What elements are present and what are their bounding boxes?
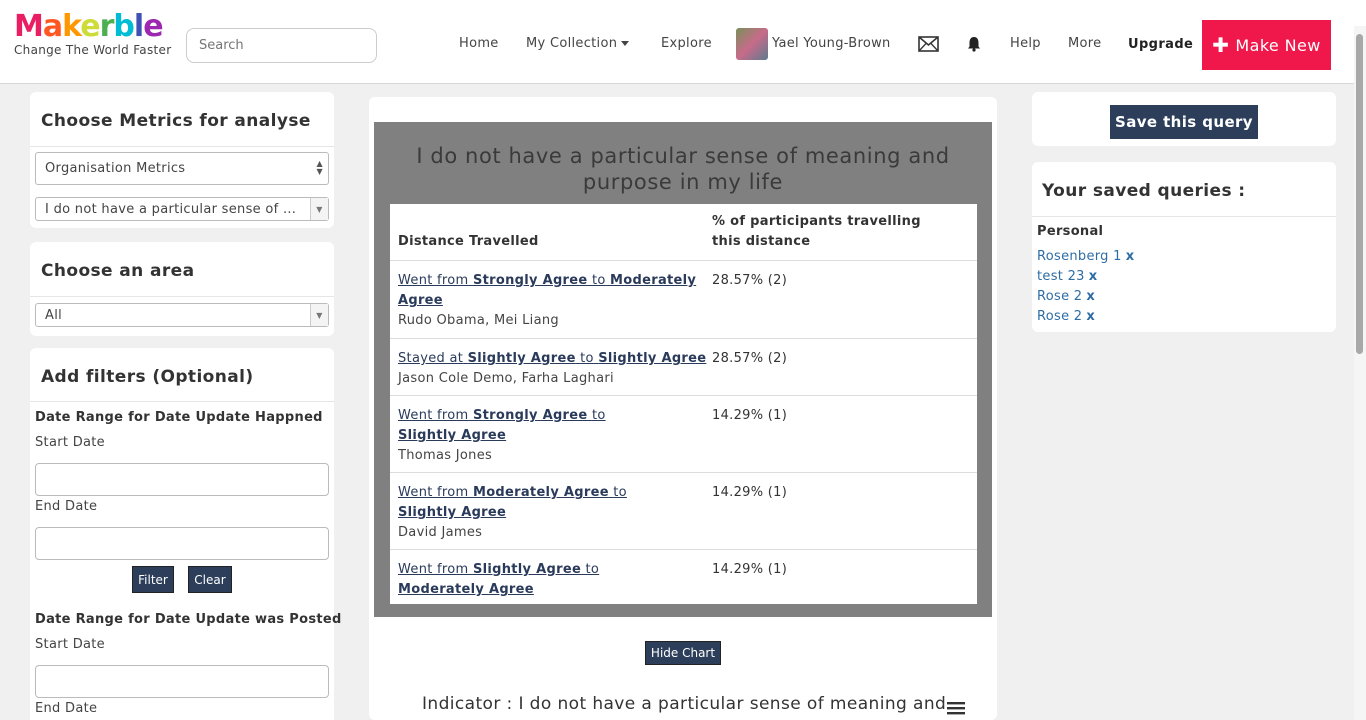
- start-date-label: Start Date: [35, 637, 105, 652]
- row-percent: 28.57% (2): [712, 273, 788, 288]
- updown-arrows-icon: ▲ ▼: [316, 159, 323, 176]
- start-date-input-1[interactable]: [35, 463, 329, 496]
- metric-type-select[interactable]: Organisation Metrics ▲ ▼: [35, 152, 329, 185]
- divider: [30, 401, 334, 402]
- saved-query-name[interactable]: test 23: [1037, 269, 1085, 284]
- start-date-label: Start Date: [35, 435, 105, 450]
- row-transition-link[interactable]: Went from Strongly Agree to Moderately A…: [398, 273, 696, 308]
- row-description: Went from Strongly Agree to Slightly Agr…: [398, 406, 668, 466]
- indicator-heading: Indicator : I do not have a particular s…: [422, 694, 947, 714]
- logo-wordmark: Makerble: [14, 9, 164, 44]
- metric-type-value: Organisation Metrics: [45, 161, 186, 176]
- nav-more[interactable]: More: [1068, 36, 1101, 51]
- row-participants: Jason Cole Demo, Farha Laghari: [398, 371, 614, 386]
- filter-button[interactable]: Filter: [132, 566, 174, 593]
- logo-tagline: Change The World Faster: [14, 43, 172, 57]
- user-avatar[interactable]: [736, 28, 768, 60]
- row-transition-link[interactable]: Stayed at Slightly Agree to Slightly Agr…: [398, 351, 706, 366]
- plus-icon: ✚: [1212, 33, 1230, 57]
- hamburger-menu-icon[interactable]: [947, 700, 965, 716]
- row-percent: 14.29% (1): [712, 562, 788, 577]
- row-percent: 14.29% (1): [712, 408, 788, 423]
- table-row: Went from Strongly Agree to Moderately A…: [390, 260, 977, 338]
- row-description: Went from Strongly Agree to Moderately A…: [398, 271, 698, 331]
- column-header-distance: Distance Travelled: [398, 234, 539, 249]
- saved-queries-title: Your saved queries :: [1042, 181, 1246, 201]
- make-new-label: Make New: [1235, 35, 1321, 55]
- caret-down-icon: [621, 41, 630, 46]
- saved-query-name[interactable]: Rosenberg 1: [1037, 249, 1122, 264]
- row-participants: Rudo Obama, Mei Liang: [398, 313, 559, 328]
- personal-label: Personal: [1037, 224, 1104, 239]
- end-date-label: End Date: [35, 701, 98, 716]
- row-participants: Thomas Jones: [398, 448, 493, 463]
- page-scrollbar-thumb[interactable]: [1356, 34, 1363, 354]
- row-description: Went from Moderately Agree to Slightly A…: [398, 483, 688, 543]
- upgrade-link[interactable]: Upgrade: [1128, 37, 1193, 52]
- nav-my-collection[interactable]: My Collection: [526, 36, 630, 51]
- remove-query-icon[interactable]: x: [1089, 269, 1098, 284]
- search-input[interactable]: [186, 28, 377, 63]
- divider: [1032, 216, 1336, 217]
- end-date-input-1[interactable]: [35, 527, 329, 560]
- nav-user-name[interactable]: Yael Young-Brown: [772, 36, 891, 51]
- divider: [30, 296, 334, 297]
- end-date-label: End Date: [35, 499, 98, 514]
- metric-value: I do not have a particular sense of ...: [45, 201, 297, 217]
- make-new-button[interactable]: ✚ Make New: [1202, 20, 1331, 70]
- nav-help[interactable]: Help: [1010, 36, 1041, 51]
- area-panel-title: Choose an area: [41, 261, 195, 281]
- date-posted-label: Date Range for Date Update was Posted: [35, 612, 342, 627]
- remove-query-icon[interactable]: x: [1126, 249, 1135, 264]
- start-date-input-2[interactable]: [35, 665, 329, 698]
- saved-query-item[interactable]: Rosenberg 1 x: [1037, 249, 1134, 264]
- table-row: Went from Strongly Agree to Slightly Agr…: [390, 395, 977, 472]
- area-select[interactable]: All ▼: [35, 303, 329, 327]
- table-row: Went from Moderately Agree to Slightly A…: [390, 472, 977, 549]
- column-header-percent: % of participants travelling this distan…: [712, 214, 921, 249]
- row-participants: David James: [398, 525, 483, 540]
- bell-icon[interactable]: [967, 36, 981, 52]
- remove-query-icon[interactable]: x: [1086, 309, 1095, 324]
- saved-query-name[interactable]: Rose 2: [1037, 309, 1082, 324]
- top-header: Makerble Change The World Faster Home My…: [0, 0, 1366, 84]
- metric-select[interactable]: I do not have a particular sense of ... …: [35, 197, 329, 221]
- row-description: Stayed at Slightly Agree to Slightly Agr…: [398, 349, 708, 389]
- remove-query-icon[interactable]: x: [1086, 289, 1095, 304]
- area-value: All: [45, 307, 63, 323]
- distance-table: Distance Travelled % of participants tra…: [390, 204, 977, 604]
- divider: [30, 146, 334, 147]
- saved-query-item[interactable]: test 23 x: [1037, 269, 1097, 284]
- nav-explore[interactable]: Explore: [661, 36, 712, 51]
- chevron-down-icon: ▼: [310, 304, 328, 326]
- nav-my-collection-label: My Collection: [526, 36, 618, 51]
- metrics-panel-title: Choose Metrics for analyse: [41, 111, 311, 131]
- row-transition-link[interactable]: Went from Strongly Agree to Slightly Agr…: [398, 408, 606, 443]
- chevron-down-icon: ▼: [310, 198, 328, 220]
- hide-chart-button[interactable]: Hide Chart: [645, 641, 721, 665]
- row-transition-link[interactable]: Went from Moderately Agree to Slightly A…: [398, 485, 627, 520]
- nav-home[interactable]: Home: [459, 36, 499, 51]
- row-percent: 28.57% (2): [712, 351, 788, 366]
- saved-query-name[interactable]: Rose 2: [1037, 289, 1082, 304]
- saved-query-item[interactable]: Rose 2 x: [1037, 289, 1095, 304]
- row-percent: 14.29% (1): [712, 485, 788, 500]
- envelope-icon[interactable]: [918, 36, 939, 52]
- chart-title: I do not have a particular sense of mean…: [416, 144, 950, 194]
- clear-button[interactable]: Clear: [188, 566, 232, 593]
- saved-query-item[interactable]: Rose 2 x: [1037, 309, 1095, 324]
- date-happened-label: Date Range for Date Update Happned: [35, 410, 323, 425]
- row-description: Went from Slightly Agree to Moderately A…: [398, 560, 688, 600]
- save-query-button[interactable]: Save this query: [1110, 105, 1258, 139]
- table-row: Went from Slightly Agree to Moderately A…: [390, 549, 977, 604]
- makerble-logo[interactable]: Makerble Change The World Faster: [14, 9, 172, 58]
- filters-panel-title: Add filters (Optional): [41, 367, 254, 387]
- row-transition-link[interactable]: Went from Slightly Agree to Moderately A…: [398, 562, 599, 597]
- table-row: Stayed at Slightly Agree to Slightly Agr…: [390, 338, 977, 395]
